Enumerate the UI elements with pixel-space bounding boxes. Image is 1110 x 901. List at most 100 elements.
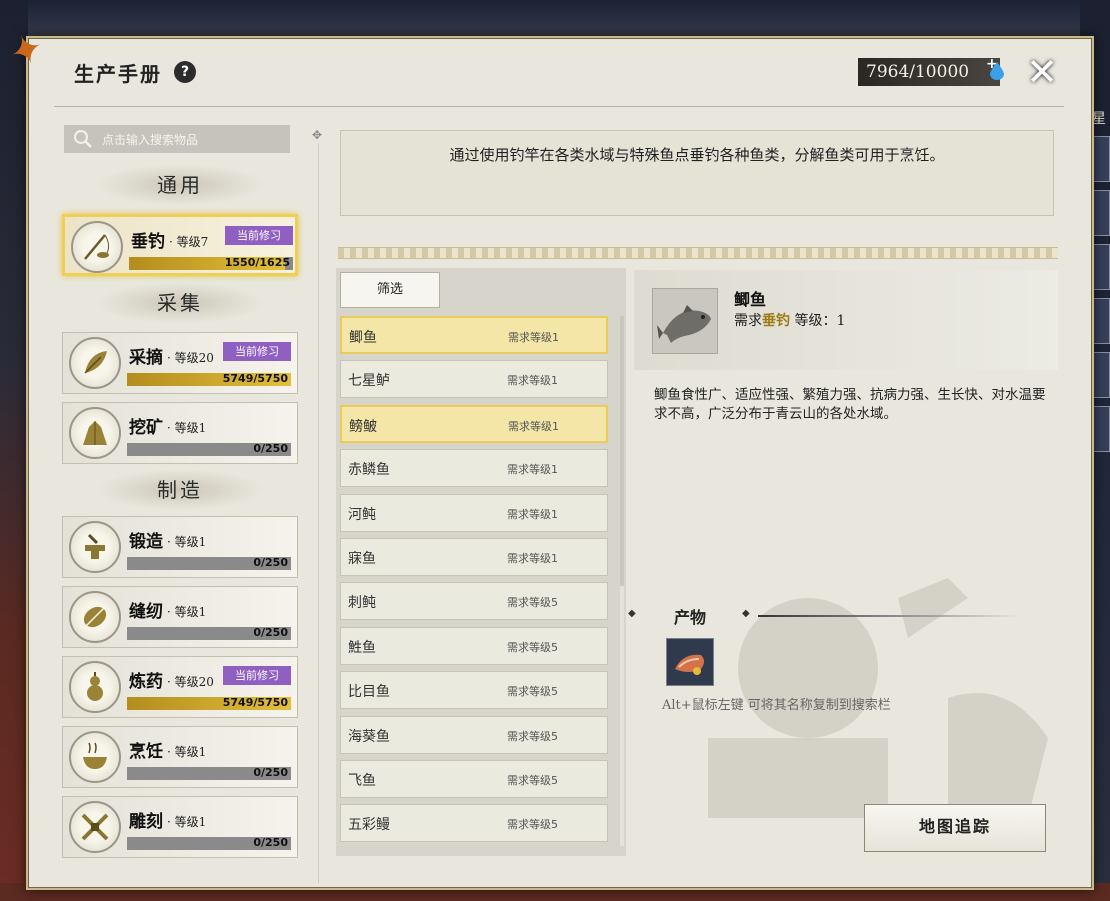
fish-list-item[interactable]: 河鲀 需求等级1: [340, 494, 608, 532]
side-hud-slot[interactable]: [1092, 190, 1110, 236]
game-background-left: [0, 0, 28, 901]
panel-title: 生产手册: [74, 62, 162, 86]
skill-name: 烹饪: [129, 742, 163, 762]
fish-list-item[interactable]: 赤鳞鱼 需求等级1: [340, 449, 608, 487]
skill-progress-text: 1550/1625: [224, 256, 290, 269]
side-hud-slot[interactable]: [1092, 406, 1110, 452]
fish-list-item[interactable]: 海葵鱼 需求等级5: [340, 716, 608, 754]
skill-progress-bar: 5749/5750: [127, 372, 291, 386]
category-gather: 采集: [94, 282, 266, 324]
fish-list-requirement: 需求等级1: [508, 331, 559, 344]
wave-divider: [338, 247, 1058, 259]
skill-name: 挖矿: [129, 418, 163, 438]
skill-progress-text: 0/250: [253, 556, 288, 569]
skill-level: · 等级20: [167, 351, 214, 365]
fish-list-name: 海葵鱼: [348, 729, 390, 745]
fish-list-panel: 筛选 鲫鱼 需求等级1 七星鲈 需求等级1 鳑鲏 需求等级1 赤鳞鱼 需求等级1 河鲀 需求等级1…: [336, 268, 626, 856]
production-handbook-panel: ✦ 生产手册 ? 7964/10000 + ✕ ✥ 通用 垂钓 · 等级7 当前…: [3, 24, 1094, 890]
skill-level: · 等级1: [167, 815, 207, 829]
fish-list-name: 飞鱼: [348, 773, 376, 789]
needle-icon: [69, 591, 121, 643]
side-hud-strip: 星: [1092, 90, 1110, 730]
skill-card-picking[interactable]: 采摘 · 等级20 当前修习 5749/5750: [62, 332, 298, 394]
skill-card-carving[interactable]: 雕刻 · 等级1 0/250: [62, 796, 298, 858]
skill-level: · 等级1: [167, 421, 207, 435]
close-button[interactable]: ✕: [1022, 52, 1062, 92]
skill-level: · 等级7: [169, 235, 209, 249]
side-hud-slot[interactable]: [1092, 298, 1110, 344]
fish-list-item[interactable]: 七星鲈 需求等级1: [340, 360, 608, 398]
fish-list-requirement: 需求等级5: [507, 818, 558, 831]
skill-name: 缝纫: [129, 602, 163, 622]
map-tracking-button[interactable]: 地图追踪: [864, 804, 1046, 852]
products-title: 产物: [674, 608, 707, 627]
skill-progress-bar: 0/250: [127, 626, 291, 640]
skill-progress-text: 0/250: [253, 766, 288, 779]
vitality-points: 7964/10000: [858, 58, 1000, 86]
fish-list-name: 赤鳞鱼: [348, 462, 390, 478]
current-training-badge: 当前修习: [225, 226, 293, 245]
skill-card-alchemy[interactable]: 炼药 · 等级20 当前修习 5749/5750: [62, 656, 298, 718]
ornament-icon: ◆: [742, 608, 750, 619]
fish-list-requirement: 需求等级1: [507, 463, 558, 476]
fish-list-requirement: 需求等级5: [507, 641, 558, 654]
fish-detail-card: 鲫鱼 需求垂钓 等级：1: [634, 270, 1058, 370]
fish-requirement: 需求垂钓 等级：1: [734, 310, 845, 330]
side-hud-label: 星: [1092, 111, 1106, 127]
fish-list-requirement: 需求等级1: [507, 374, 558, 387]
fish-list-item[interactable]: 五彩鳗 需求等级5: [340, 804, 608, 842]
skill-level: · 等级1: [167, 605, 207, 619]
skill-level: · 等级1: [167, 535, 207, 549]
fish-list-item[interactable]: 刺鲀 需求等级5: [340, 582, 608, 620]
fish-list-item[interactable]: 飞鱼 需求等级5: [340, 760, 608, 798]
fish-meat-icon: [667, 639, 713, 685]
fish-list-name: 五彩鳗: [348, 817, 390, 833]
fish-list-requirement: 需求等级5: [507, 774, 558, 787]
skill-card-forging[interactable]: 锻造 · 等级1 0/250: [62, 516, 298, 578]
side-hud-slot[interactable]: [1092, 244, 1110, 290]
column-divider: [318, 143, 319, 883]
side-hud-slot[interactable]: [1092, 352, 1110, 398]
skill-card-mining[interactable]: 挖矿 · 等级1 0/250: [62, 402, 298, 464]
fish-list-item[interactable]: 鲫鱼 需求等级1: [340, 316, 608, 354]
search-input[interactable]: [100, 128, 284, 152]
skill-progress-text: 5749/5750: [222, 372, 288, 385]
copy-name-hint: Alt+鼠标左键 可将其名称复制到搜索栏: [662, 698, 891, 713]
fish-list-name: 比目鱼: [348, 684, 390, 700]
filter-button[interactable]: 筛选: [340, 272, 440, 308]
skill-progress-text: 0/250: [253, 836, 288, 849]
ore-icon: [69, 407, 121, 459]
skill-name: 垂钓: [131, 232, 165, 252]
skill-card-cooking[interactable]: 烹饪 · 等级1 0/250: [62, 726, 298, 788]
skill-progress-bar: 0/250: [127, 766, 291, 780]
title-divider: [54, 106, 1064, 107]
fish-list-item[interactable]: 寐鱼 需求等级1: [340, 538, 608, 576]
products-divider: [758, 615, 1022, 617]
pot-icon: [69, 731, 121, 783]
product-item-slot[interactable]: [666, 638, 714, 686]
category-general: 通用: [94, 164, 266, 206]
skill-progress-bar: 0/250: [127, 556, 291, 570]
side-hud-slot[interactable]: [1092, 136, 1110, 182]
skill-name: 雕刻: [129, 812, 163, 832]
gourd-icon: [69, 661, 121, 713]
fish-list-name: 鲫鱼: [349, 330, 377, 346]
fish-description: 鲫鱼食性广、适应性强、繁殖力强、抗病力强、生长快、对水温要求不高，广泛分布于青云…: [654, 387, 1046, 422]
help-icon[interactable]: ?: [174, 61, 196, 83]
skill-progress-bar: 5749/5750: [127, 696, 291, 710]
search-box[interactable]: [64, 125, 290, 153]
skill-name: 采摘: [129, 348, 163, 368]
ornament-icon: ◆: [628, 608, 636, 619]
ornament-icon: ✥: [312, 128, 323, 142]
fish-list-item[interactable]: 鳑鲏 需求等级1: [340, 405, 608, 443]
skill-card-sewing[interactable]: 缝纫 · 等级1 0/250: [62, 586, 298, 648]
skill-progress-bar: 0/250: [127, 442, 291, 456]
fish-list-requirement: 需求等级5: [507, 730, 558, 743]
skill-description: 通过使用钓竿在各类水域与特殊鱼点垂钓各种鱼类，分解鱼类可用于烹饪。: [340, 130, 1054, 216]
fish-list-name: 鮏鱼: [348, 640, 376, 656]
skill-card-fishing[interactable]: 垂钓 · 等级7 当前修习 1550/1625: [62, 214, 298, 276]
skill-progress-text: 0/250: [253, 626, 288, 639]
fish-list-item[interactable]: 比目鱼 需求等级5: [340, 671, 608, 709]
fish-list-item[interactable]: 鮏鱼 需求等级5: [340, 627, 608, 665]
list-scrollbar-thumb[interactable]: [620, 316, 624, 586]
